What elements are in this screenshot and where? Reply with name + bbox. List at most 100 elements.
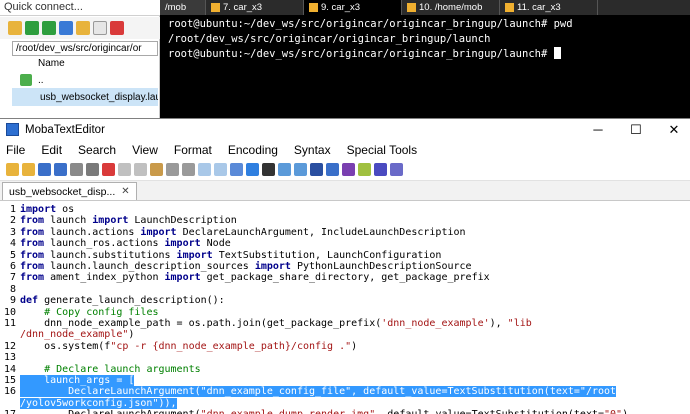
find-icon[interactable] bbox=[198, 163, 211, 176]
new-file-icon[interactable] bbox=[93, 21, 107, 35]
code-line: /dnn_node_example") bbox=[20, 329, 690, 340]
document-tab[interactable]: usb_websocket_disp... ✕ bbox=[2, 182, 137, 200]
upload-icon[interactable] bbox=[42, 21, 56, 35]
code-line: from launch_ros.actions import Node bbox=[20, 238, 690, 249]
keyword-token: from bbox=[20, 272, 45, 284]
menu-file[interactable]: File bbox=[6, 143, 25, 157]
terminal-tab[interactable]: 10. /home/mob bbox=[402, 0, 500, 15]
line-number: 5 bbox=[9, 249, 16, 261]
save-all-icon[interactable] bbox=[54, 163, 67, 176]
maximize-button[interactable]: ☐ bbox=[620, 119, 652, 140]
code-line: from launch.actions import DeclareLaunch… bbox=[20, 227, 690, 238]
cut-icon[interactable] bbox=[118, 163, 131, 176]
code-token: DeclareLaunchArgument, IncludeLaunchDesc… bbox=[176, 226, 466, 238]
tab-label: 10. /home/mob bbox=[419, 2, 483, 13]
up-folder-icon[interactable] bbox=[8, 21, 22, 35]
print-preview-icon[interactable] bbox=[86, 163, 99, 176]
linux-icon[interactable] bbox=[262, 163, 275, 176]
terminal-tab[interactable]: 7. car_x3 bbox=[206, 0, 304, 15]
terminal-line: root@ubuntu:~/dev_ws/src/origincar/origi… bbox=[168, 18, 573, 30]
line-number: 11 bbox=[3, 318, 16, 329]
file-label: usb_websocket_display.lau bbox=[40, 91, 158, 103]
code-editor[interactable]: 1234567891011121314151617 import osfrom … bbox=[0, 202, 690, 414]
code-line: def generate_launch_description(): bbox=[20, 295, 690, 306]
string-token: "dnn_example_dump_render_img" bbox=[201, 409, 376, 414]
code-token: DeclareLaunchArgument( bbox=[20, 409, 200, 414]
code-line: import os bbox=[20, 204, 690, 215]
goto-icon[interactable] bbox=[230, 163, 243, 176]
parent-directory-item[interactable]: .. bbox=[12, 72, 158, 88]
string-token: 'dnn_node_example' bbox=[381, 318, 490, 329]
code-token: ) bbox=[128, 329, 135, 341]
keyword-token: import bbox=[140, 226, 177, 238]
close-tab-icon[interactable]: ✕ bbox=[121, 186, 129, 197]
code-token: generate_launch_description(): bbox=[38, 295, 225, 307]
terminal-prompt: root@ubuntu:~/dev_ws/src/origincar/origi… bbox=[168, 48, 554, 60]
code-token: ) bbox=[351, 340, 358, 352]
windows-icon[interactable] bbox=[246, 163, 259, 176]
menu-special-tools[interactable]: Special Tools bbox=[347, 143, 418, 157]
apple-icon[interactable] bbox=[278, 163, 291, 176]
print-icon[interactable] bbox=[70, 163, 83, 176]
color-icon[interactable] bbox=[374, 163, 387, 176]
code-token: ), bbox=[489, 318, 508, 329]
code-token: dnn_node_example_path = os.path.join(get… bbox=[20, 318, 382, 329]
columns-icon[interactable] bbox=[326, 163, 339, 176]
line-number: 2 bbox=[9, 215, 16, 227]
code-line: from launch import LaunchDescription bbox=[20, 215, 690, 226]
parent-dir-label: .. bbox=[38, 74, 44, 86]
undo-icon[interactable] bbox=[166, 163, 179, 176]
file-item[interactable]: usb_websocket_display.lau bbox=[12, 88, 158, 106]
pilcrow-icon[interactable] bbox=[342, 163, 355, 176]
word-wrap-icon[interactable] bbox=[310, 163, 323, 176]
menu-format[interactable]: Format bbox=[174, 143, 212, 157]
mac-icon[interactable] bbox=[294, 163, 307, 176]
redo-icon[interactable] bbox=[182, 163, 195, 176]
terminal-tab-icon bbox=[309, 3, 318, 12]
save-icon[interactable] bbox=[38, 163, 51, 176]
open-folder-icon[interactable] bbox=[22, 163, 35, 176]
code-line: DeclareLaunchArgument("dnn_example_dump_… bbox=[20, 409, 690, 414]
minimize-button[interactable]: ─ bbox=[582, 119, 614, 140]
terminal-tab-active[interactable]: 9. car_x3 bbox=[304, 0, 402, 15]
menu-encoding[interactable]: Encoding bbox=[228, 143, 278, 157]
close-file-icon[interactable] bbox=[102, 163, 115, 176]
string-token: "0" bbox=[604, 409, 622, 414]
terminal-tab[interactable]: /mob bbox=[160, 0, 206, 15]
quick-connect-input[interactable]: Quick connect... bbox=[0, 0, 160, 16]
code-token: get_package_share_directory, get_package… bbox=[200, 272, 490, 284]
paste-icon[interactable] bbox=[150, 163, 163, 176]
menu-edit[interactable]: Edit bbox=[41, 143, 62, 157]
column-name-header[interactable]: Name bbox=[12, 58, 158, 72]
menu-syntax[interactable]: Syntax bbox=[294, 143, 331, 157]
refresh-icon[interactable] bbox=[59, 21, 73, 35]
keyword-token: from bbox=[20, 226, 45, 238]
code-line: from launch.launch_description_sources i… bbox=[20, 261, 690, 272]
close-x-icon[interactable] bbox=[390, 163, 403, 176]
terminal-output[interactable]: root@ubuntu:~/dev_ws/src/origincar/origi… bbox=[160, 15, 690, 118]
highlight-icon[interactable] bbox=[358, 163, 371, 176]
menu-view[interactable]: View bbox=[132, 143, 158, 157]
code-line-selected: launch_args = [ bbox=[20, 375, 690, 386]
copy-icon[interactable] bbox=[134, 163, 147, 176]
code-token: launch.launch_description_sources bbox=[44, 261, 255, 272]
code-line: os.system(f"cp -r {dnn_node_example_path… bbox=[20, 341, 690, 352]
keyword-token: def bbox=[20, 295, 39, 307]
terminal-tab[interactable]: 11. car_x3 bbox=[500, 0, 598, 15]
close-button[interactable]: ✕ bbox=[658, 119, 690, 140]
menu-search[interactable]: Search bbox=[78, 143, 116, 157]
replace-icon[interactable] bbox=[214, 163, 227, 176]
remote-path-field[interactable]: /root/dev_ws/src/origincar/or bbox=[12, 41, 158, 56]
keyword-token: from bbox=[20, 215, 45, 227]
delete-icon[interactable] bbox=[110, 21, 124, 35]
code-token: DeclareLaunchArgument( bbox=[20, 386, 201, 398]
editor-title: MobaTextEditor bbox=[25, 123, 105, 136]
editor-titlebar[interactable]: MobaTextEditor ─ ☐ ✕ bbox=[0, 119, 690, 140]
code-line: # Declare launch arguments bbox=[20, 364, 690, 375]
new-file-icon[interactable] bbox=[6, 163, 19, 176]
new-folder-icon[interactable] bbox=[76, 21, 90, 35]
code-line: dnn_node_example_path = os.path.join(get… bbox=[20, 318, 690, 329]
download-icon[interactable] bbox=[25, 21, 39, 35]
